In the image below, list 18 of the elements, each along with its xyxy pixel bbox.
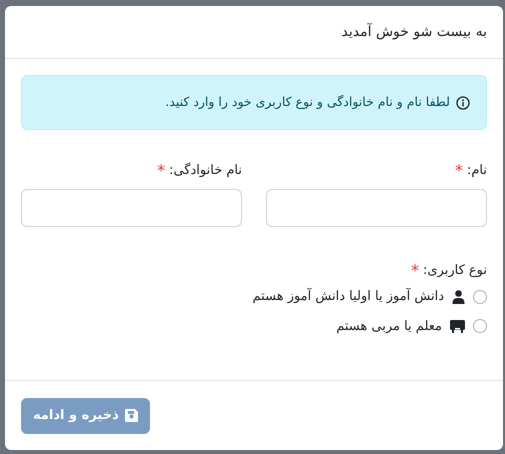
- alert-text: لطفا نام و نام خانوادگی و نوع کاربری خود را وارد کنید.: [165, 93, 450, 112]
- input-field[interactable]: [21, 189, 242, 227]
- radio-label: معلم یا مربی هستم: [336, 318, 442, 336]
- save-icon: [124, 409, 138, 422]
- field-label: نام:: [466, 162, 487, 180]
- required-asterisk: *: [454, 160, 463, 182]
- person-icon: [452, 290, 465, 304]
- required-asterisk: *: [411, 260, 419, 282]
- field-label: نام خانوادگی:: [169, 162, 242, 180]
- radio-button[interactable]: [473, 319, 487, 334]
- info-icon: [456, 96, 470, 110]
- dialog-title: به بیست شو خوش آمدید: [342, 22, 487, 42]
- user-type-label: نوع کاربری:: [423, 262, 487, 280]
- input-field[interactable]: [266, 189, 487, 227]
- radio-label: دانش آموز یا اولیا دانش آموز هستم: [252, 287, 444, 306]
- required-asterisk: *: [157, 160, 166, 182]
- chalkboard-icon: [450, 320, 465, 333]
- radio-button[interactable]: [473, 290, 487, 304]
